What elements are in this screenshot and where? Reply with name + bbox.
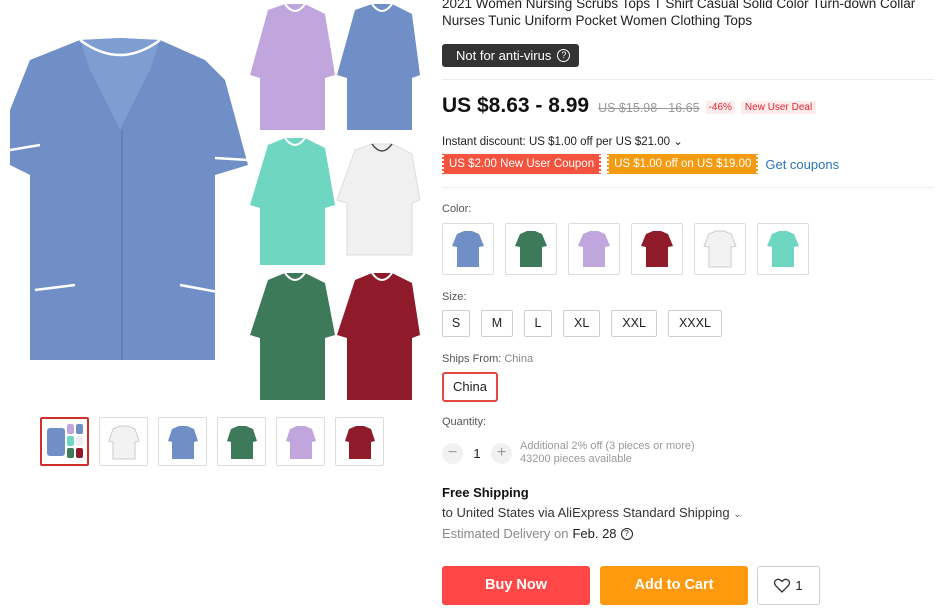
thumbnail-lavender[interactable] xyxy=(276,417,325,466)
delivery-label: Estimated Delivery on xyxy=(442,526,569,541)
free-shipping-title: Free Shipping xyxy=(442,485,529,500)
color-swatches xyxy=(442,223,809,275)
size-option-xxl[interactable]: XXL xyxy=(611,310,657,337)
product-title: 2021 Women Nursing Scrubs Tops T Shirt C… xyxy=(442,0,916,28)
swatch-image xyxy=(452,231,484,267)
thumbnail-all-colors[interactable] xyxy=(40,417,89,466)
ships-from-value: China xyxy=(504,353,534,365)
thumbnail-strip xyxy=(40,417,384,466)
discount-badge: -46% xyxy=(705,101,735,114)
instant-discount[interactable]: Instant discount: US $1.00 off per US $2… xyxy=(442,134,683,148)
size-option-xxxl[interactable]: XXXL xyxy=(667,310,722,337)
bulk-discount-text: Additional 2% off (3 pieces or more) xyxy=(520,440,695,452)
buy-now-button[interactable]: Buy Now xyxy=(442,566,590,605)
shirt-white xyxy=(336,143,420,256)
size-option-xl[interactable]: XL xyxy=(563,310,601,337)
original-price: US $15.98 - 16.65 xyxy=(598,101,700,115)
size-option-l[interactable]: L xyxy=(524,310,552,337)
color-swatch-green[interactable] xyxy=(505,223,557,275)
divider xyxy=(442,79,934,80)
shipping-method[interactable]: to United States via AliExpress Standard… xyxy=(442,505,742,520)
question-icon[interactable]: ? xyxy=(557,49,571,62)
delivery-date: Feb. 28 xyxy=(572,526,617,541)
get-coupons-link[interactable]: Get coupons xyxy=(765,157,839,172)
add-to-cart-button[interactable]: Add to Cart xyxy=(600,566,748,605)
swatch-image xyxy=(641,231,673,267)
notice-text: Not for anti-virus xyxy=(456,48,552,63)
color-swatch-aqua[interactable] xyxy=(757,223,809,275)
quantity-info: Additional 2% off (3 pieces or more) 432… xyxy=(520,440,695,466)
swatch-image xyxy=(578,231,610,267)
coupon-new-user[interactable]: US $2.00 New User Coupon xyxy=(442,154,602,174)
color-swatch-burgundy[interactable] xyxy=(631,223,683,275)
size-option-s[interactable]: S xyxy=(442,310,470,337)
ships-from-label: Ships From: China xyxy=(442,353,533,365)
thumbnail-image xyxy=(107,425,140,459)
thumbnail-image xyxy=(167,425,198,459)
thumbnail-image xyxy=(285,425,316,459)
thumbnail-image xyxy=(46,423,83,458)
ships-from-china[interactable]: China xyxy=(442,372,498,402)
quantity-label: Quantity: xyxy=(442,416,487,428)
wishlist-count: 1 xyxy=(795,578,803,593)
size-option-m[interactable]: M xyxy=(481,310,513,337)
main-product-image[interactable] xyxy=(10,0,420,400)
wishlist-button[interactable]: 1 xyxy=(757,566,820,605)
thumbnail-white[interactable] xyxy=(99,417,148,466)
color-swatch-lavender[interactable] xyxy=(568,223,620,275)
price-row: US $8.63 - 8.99 US $15.98 - 16.65 -46% N… xyxy=(442,94,817,118)
coupon-discount[interactable]: US $1.00 off on US $19.00 xyxy=(607,154,759,174)
thumbnail-burgundy[interactable] xyxy=(335,417,384,466)
color-label: Color: xyxy=(442,203,472,215)
swatch-image xyxy=(515,231,547,267)
swatch-image xyxy=(703,230,737,268)
quantity-stepper: − 1 + Additional 2% off (3 pieces or mor… xyxy=(442,440,695,466)
stock-text: 43200 pieces available xyxy=(520,453,632,465)
thumbnail-image xyxy=(226,425,257,459)
size-label: Size: xyxy=(442,291,467,303)
shirt-aqua xyxy=(250,137,335,265)
shirt-green xyxy=(250,272,335,400)
shirt-blue-small xyxy=(337,3,420,130)
quantity-minus-button[interactable]: − xyxy=(442,442,463,464)
color-swatch-white[interactable] xyxy=(694,223,746,275)
thumbnail-image xyxy=(344,425,375,459)
thumbnail-green[interactable] xyxy=(217,417,266,466)
color-swatch-blue[interactable] xyxy=(442,223,494,275)
chevron-down-icon: ⌄ xyxy=(733,509,742,520)
shipping-method-text: to United States via AliExpress Standard… xyxy=(442,505,730,520)
new-user-deal-badge: New User Deal xyxy=(740,101,817,114)
heart-icon xyxy=(774,578,791,593)
size-options: S M L XL XXL XXXL xyxy=(442,310,722,337)
ships-from-title: Ships From: xyxy=(442,353,502,365)
estimated-delivery: Estimated Delivery on Feb. 28 ? xyxy=(442,526,633,541)
quantity-plus-button[interactable]: + xyxy=(491,442,512,464)
product-gallery xyxy=(0,0,430,611)
quantity-value[interactable]: 1 xyxy=(463,446,491,461)
thumbnail-blue[interactable] xyxy=(158,417,207,466)
price: US $8.63 - 8.99 xyxy=(442,94,590,117)
question-icon[interactable]: ? xyxy=(620,527,633,540)
anti-virus-notice: Not for anti-virus ? xyxy=(442,44,580,67)
coupon-row: US $2.00 New User Coupon US $1.00 off on… xyxy=(442,154,839,174)
shirt-burgundy xyxy=(337,272,420,400)
shirt-lavender xyxy=(250,3,335,130)
swatch-image xyxy=(767,231,799,267)
divider xyxy=(442,187,934,188)
main-shirt-blue xyxy=(10,38,249,360)
